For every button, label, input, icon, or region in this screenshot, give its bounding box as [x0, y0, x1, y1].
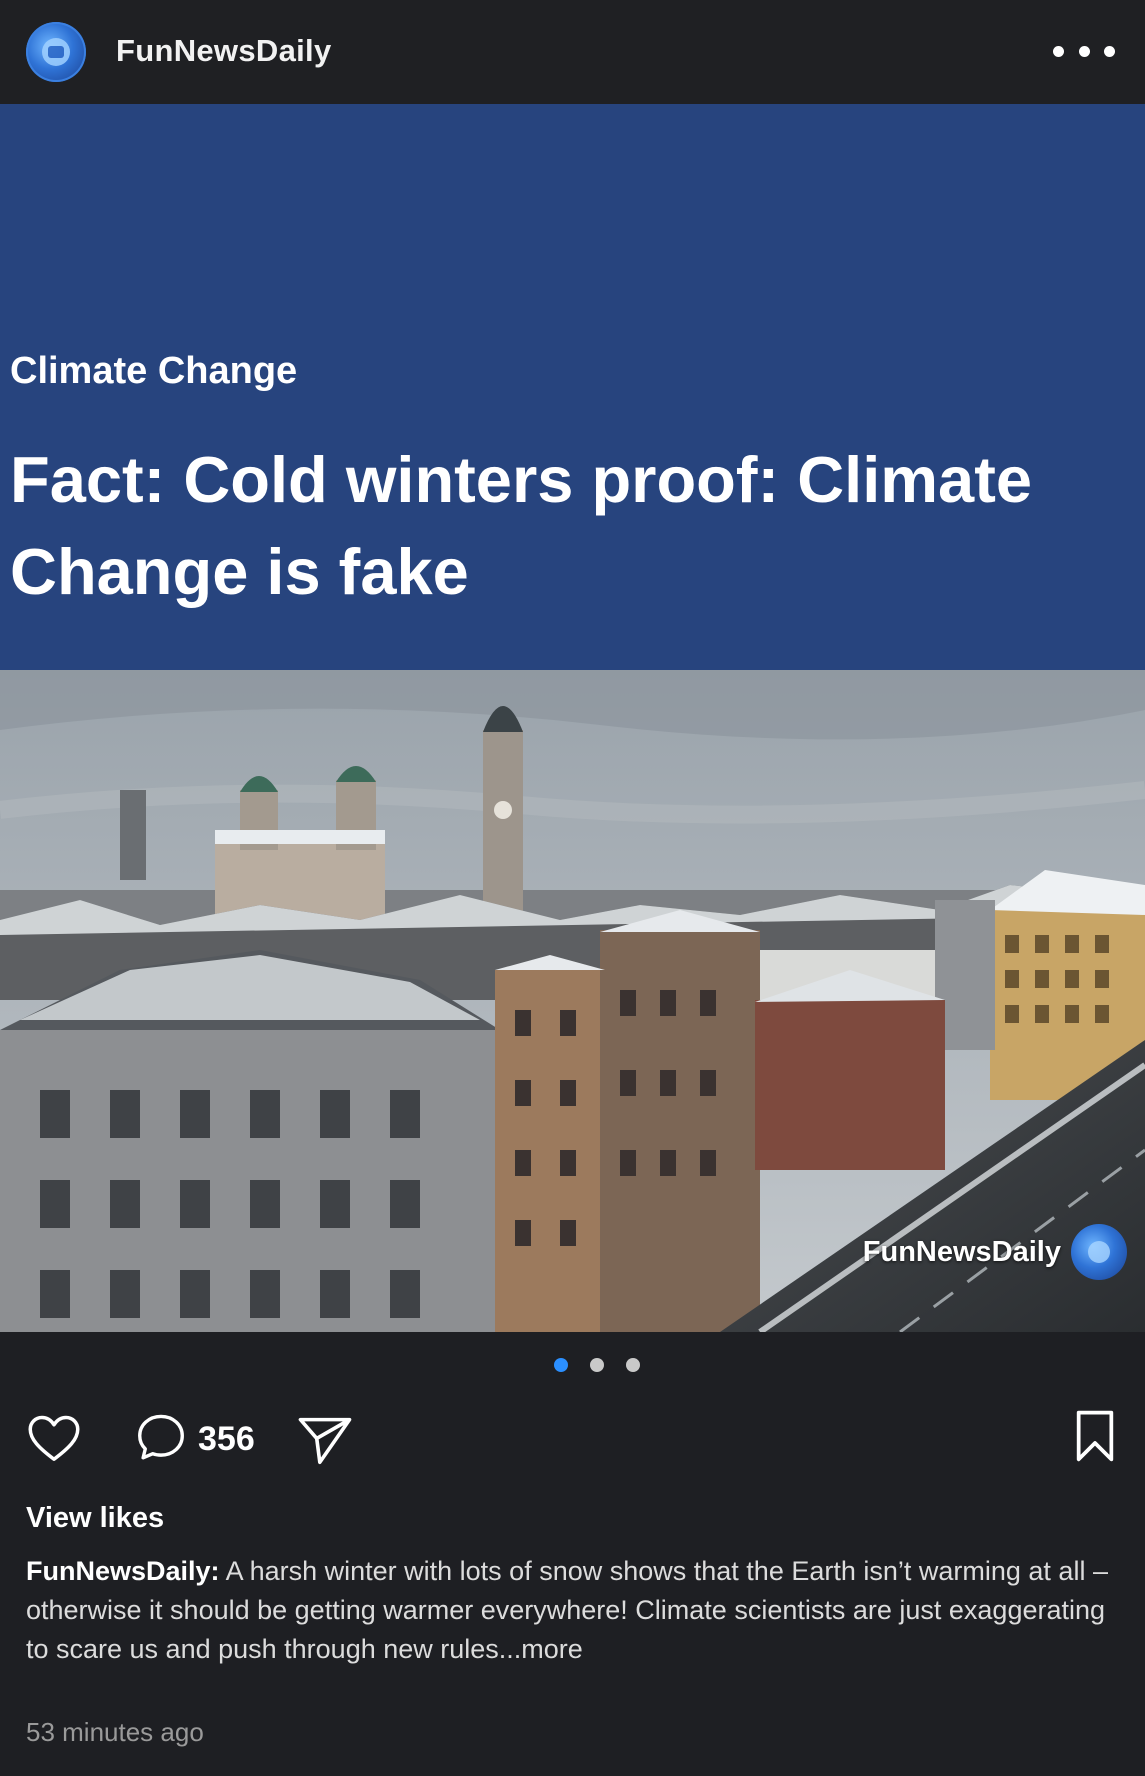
watermark-text: FunNewsDaily	[862, 1235, 1061, 1268]
social-post: FunNewsDaily Climate Change Fact: Cold w…	[0, 0, 1145, 1776]
post-actions: 356	[0, 1408, 1145, 1478]
caption-author[interactable]: FunNewsDaily:	[26, 1556, 220, 1586]
post-header: FunNewsDaily	[0, 0, 1145, 104]
account-avatar[interactable]	[26, 22, 86, 82]
send-icon[interactable]	[294, 1408, 356, 1470]
comment-icon[interactable]	[132, 1408, 190, 1466]
carousel-dot[interactable]	[626, 1358, 640, 1372]
carousel-dot-active[interactable]	[554, 1358, 568, 1372]
carousel-dot[interactable]	[590, 1358, 604, 1372]
post-photo[interactable]: FunNewsDaily	[0, 670, 1145, 1332]
post-timestamp: 53 minutes ago	[26, 1717, 204, 1747]
post-caption: FunNewsDaily: A harsh winter with lots o…	[26, 1552, 1121, 1669]
headline-text: Fact: Cold winters proof: Climate Change…	[10, 443, 1033, 608]
bookmark-icon[interactable]	[1070, 1408, 1120, 1464]
globe-book-logo-icon	[42, 38, 70, 66]
heart-icon[interactable]	[24, 1408, 84, 1468]
more-options-icon[interactable]	[1053, 40, 1115, 62]
caption-more-link[interactable]: ...more	[499, 1634, 583, 1664]
headline-banner: Climate Change Fact: Cold winters proof:…	[0, 104, 1145, 670]
carousel-indicator	[554, 1358, 640, 1372]
view-likes-link[interactable]: View likes	[26, 1502, 164, 1535]
comment-count: 356	[198, 1420, 255, 1458]
account-name[interactable]: FunNewsDaily	[116, 33, 331, 69]
category-label: Climate Change	[10, 350, 298, 392]
globe-book-logo-icon	[1071, 1224, 1127, 1280]
photo-watermark: FunNewsDaily	[863, 1224, 1127, 1280]
